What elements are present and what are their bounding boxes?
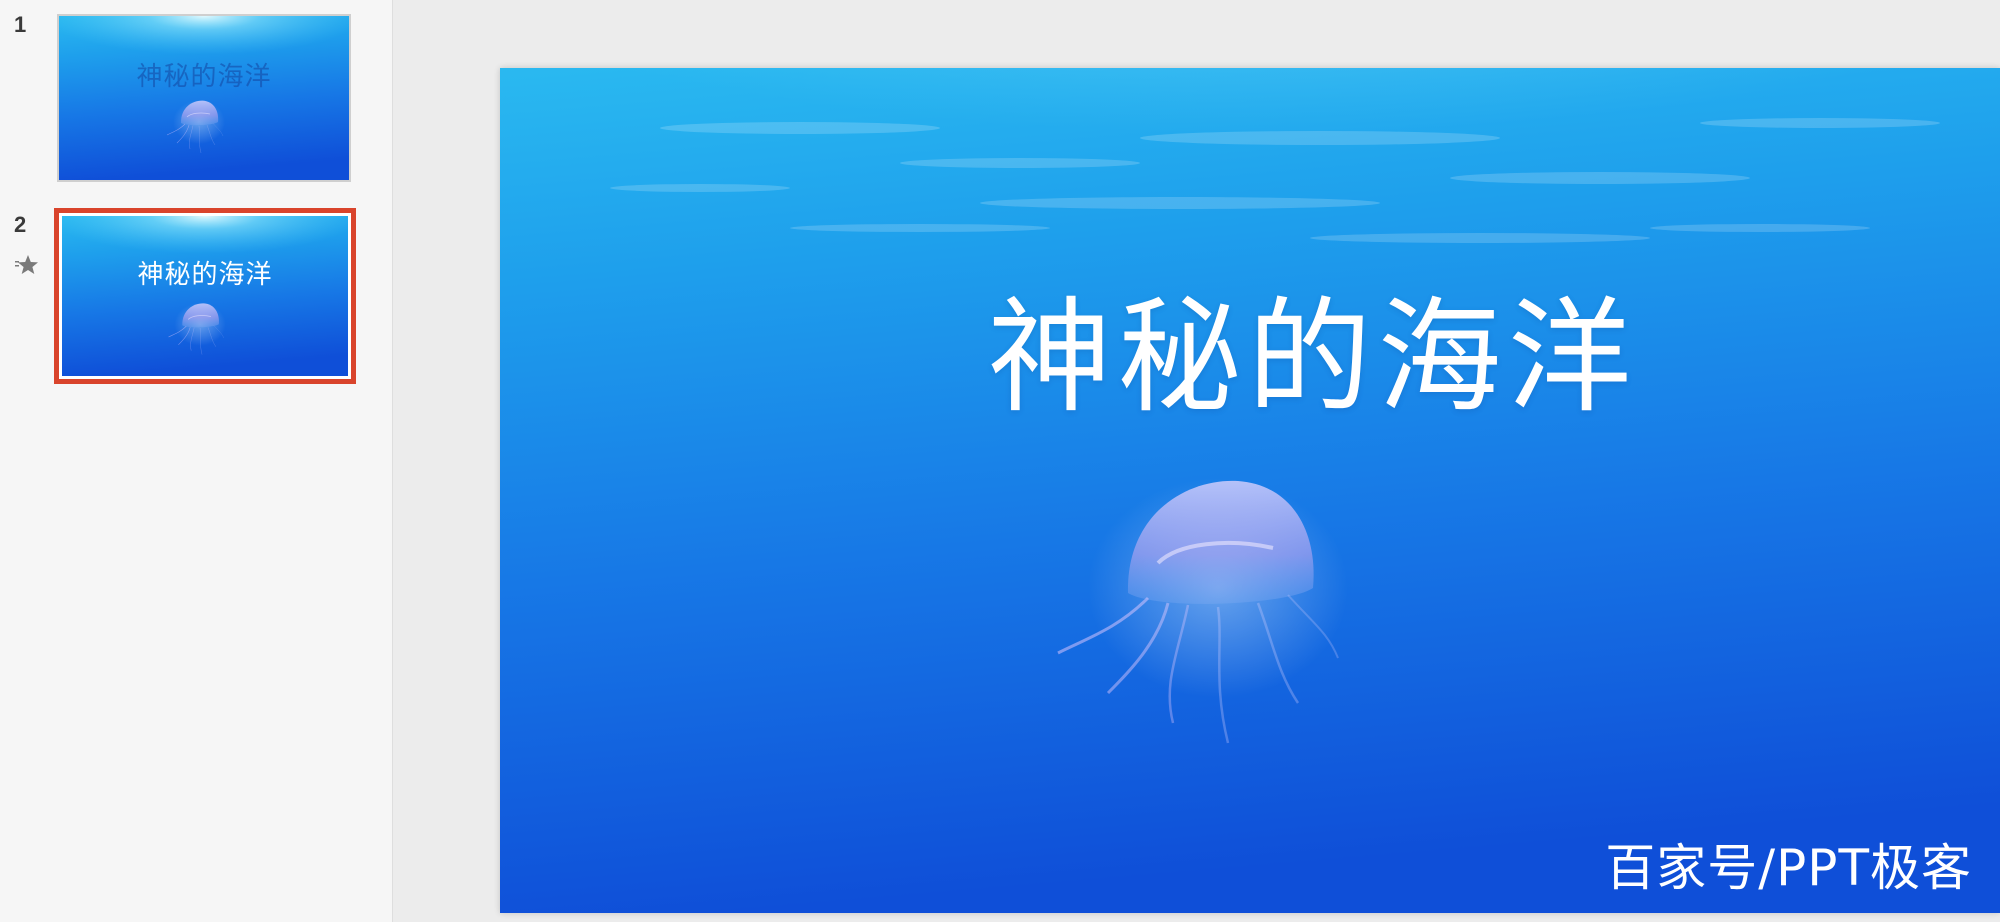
slide-thumbnail-1[interactable]: 神秘的海洋 xyxy=(57,14,351,182)
slide-thumbnail-2[interactable]: 神秘的海洋 xyxy=(54,208,356,384)
slide-thumbnail-1-title: 神秘的海洋 xyxy=(136,62,272,92)
current-slide[interactable]: 神秘的海洋 百家号/PPT极客 xyxy=(500,68,2000,913)
slide-thumbnail-2-preview: 神秘的海洋 xyxy=(62,216,348,376)
ocean-thumbnail-image xyxy=(59,16,349,180)
slide-thumbnail-2-title: 神秘的海洋 xyxy=(137,260,273,290)
slide-title[interactable]: 神秘的海洋 xyxy=(500,296,2000,420)
ocean-thumbnail-image xyxy=(62,216,348,376)
slide-thumbnail-1-preview: 神秘的海洋 xyxy=(59,16,349,180)
slide-number-1: 1 xyxy=(14,12,27,37)
slide-thumbnail-panel: 1 神秘的海洋 2 神秘的海洋 xyxy=(0,0,393,922)
star-icon[interactable] xyxy=(14,252,40,278)
watermark-text[interactable]: 百家号/PPT极客 xyxy=(1605,843,1972,893)
presentation-app: 1 神秘的海洋 2 神秘的海洋 神秘的海洋 百家号/PPT极客 xyxy=(0,0,2000,922)
ocean-background-image xyxy=(500,68,2000,913)
slide-number-2: 2 xyxy=(14,212,27,237)
